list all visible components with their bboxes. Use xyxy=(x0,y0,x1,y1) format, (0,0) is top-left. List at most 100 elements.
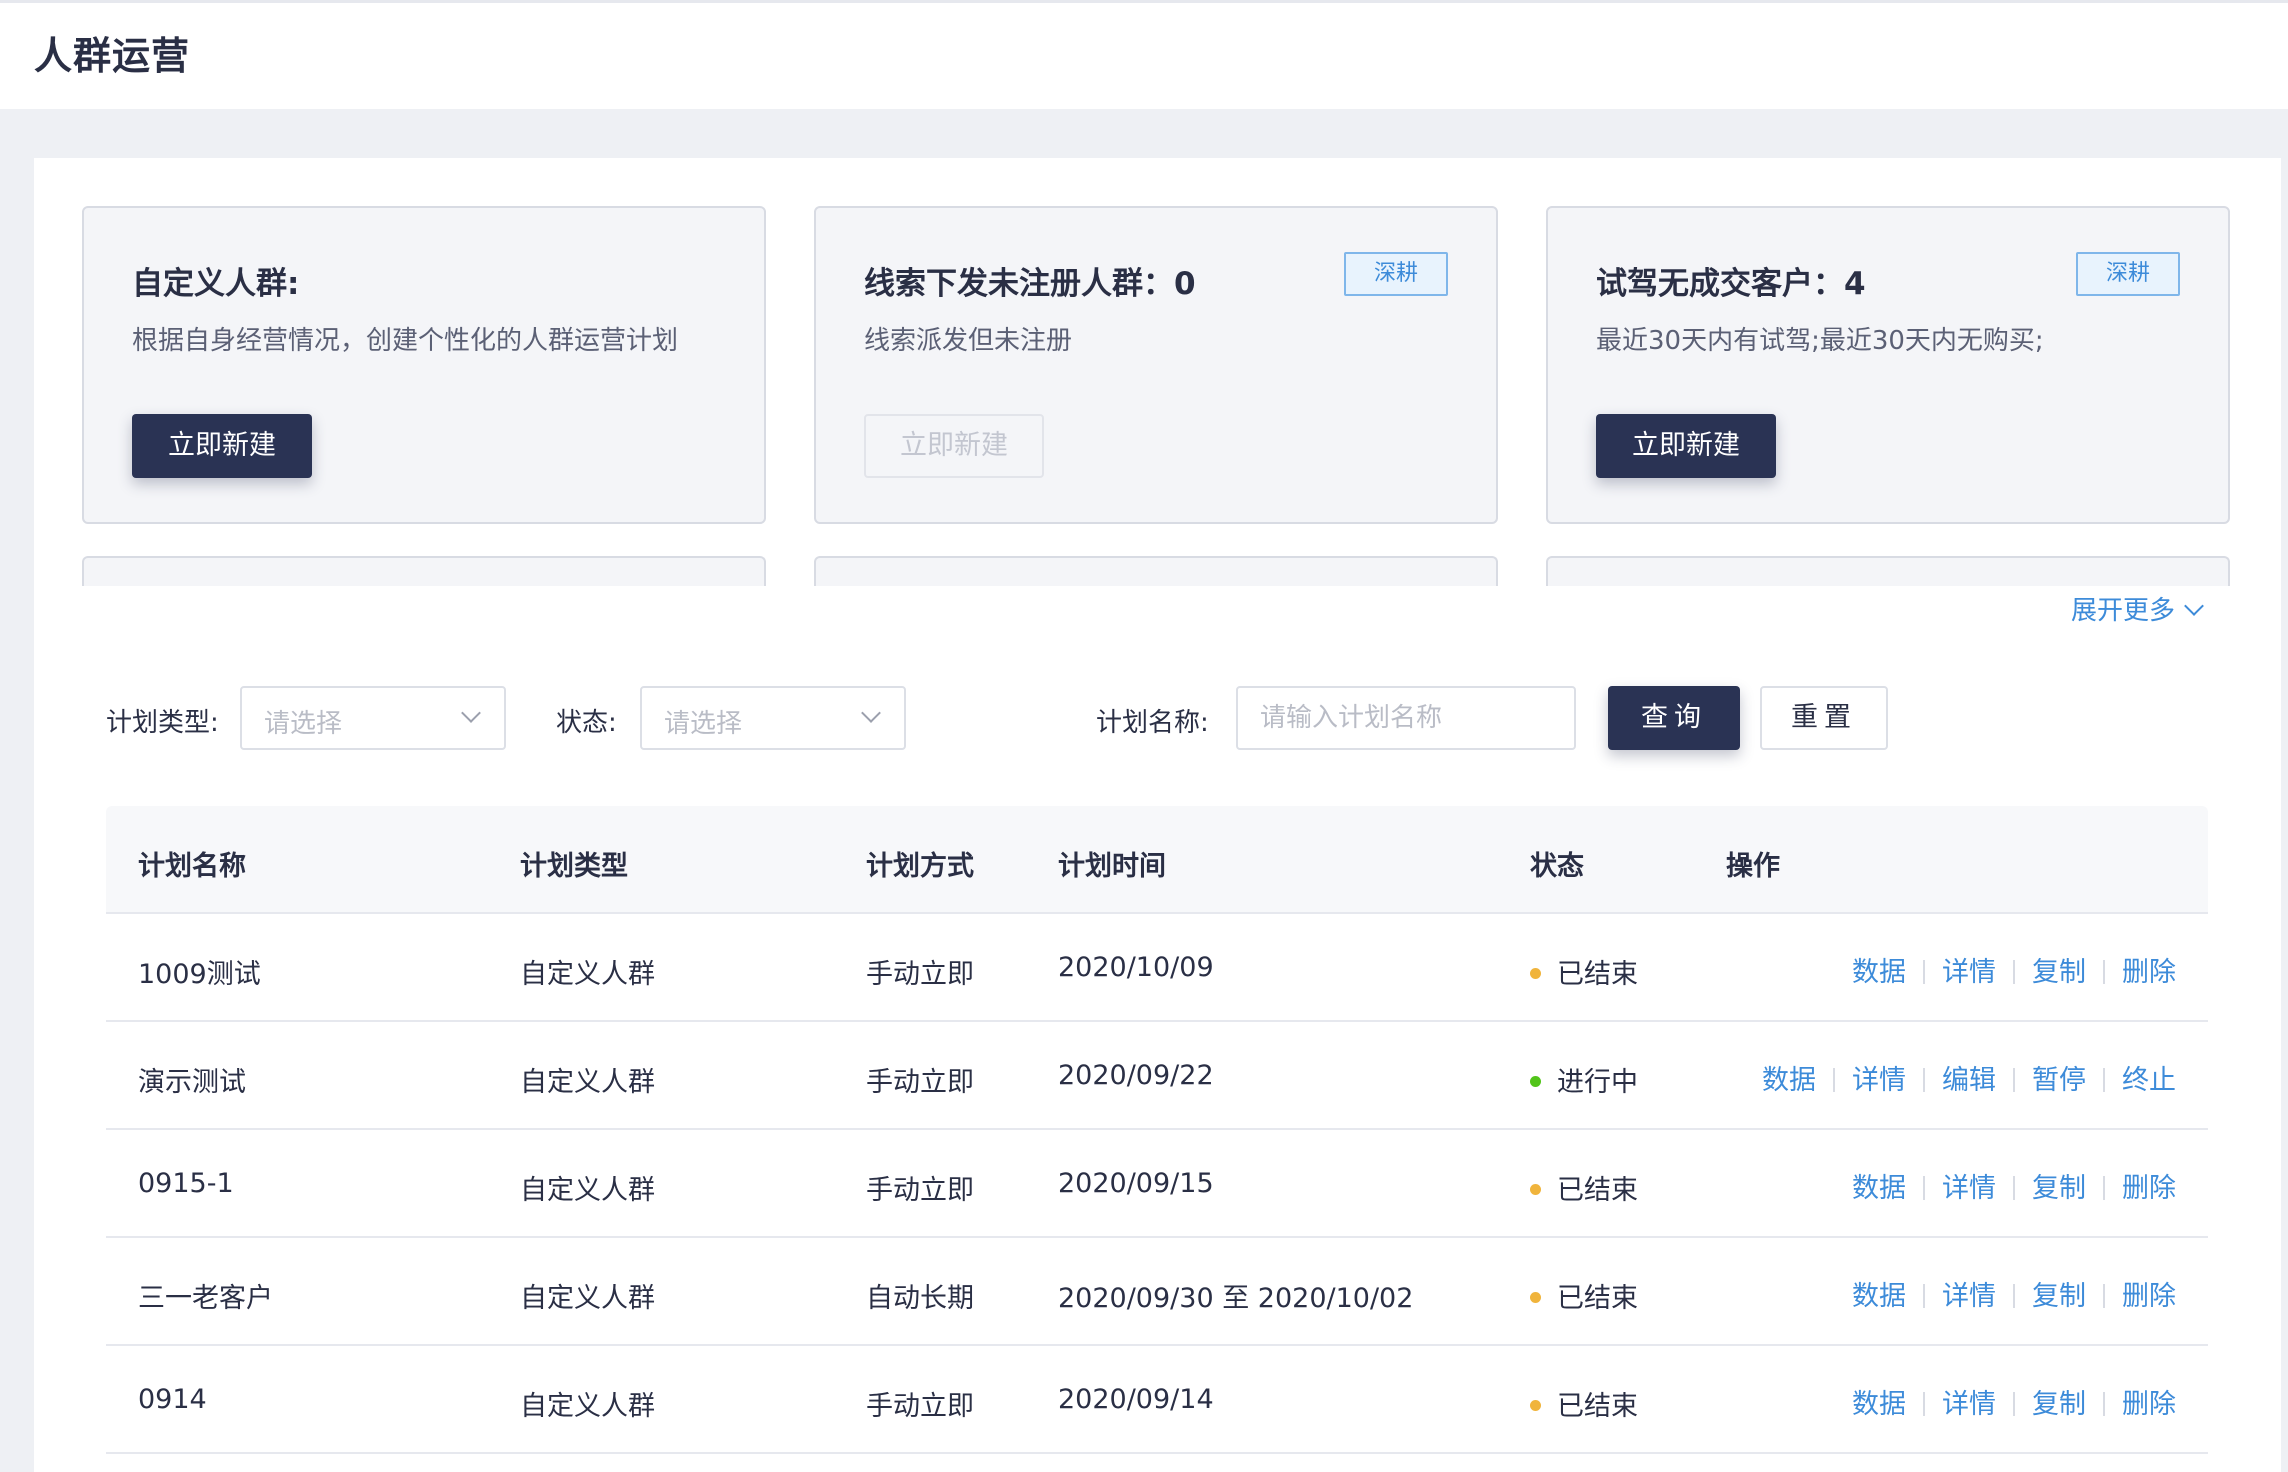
row-actions: 数据 详情 复制 删除 xyxy=(1852,1274,2176,1313)
col-actions: 操作 xyxy=(1726,851,1780,882)
cell-status: 进行中 xyxy=(1530,1060,1638,1099)
card-peek xyxy=(82,556,766,586)
query-button[interactable]: 查询 xyxy=(1608,686,1740,750)
card-peek xyxy=(814,556,1498,586)
action-divider xyxy=(1923,1392,1925,1416)
status-select[interactable]: 请选择 xyxy=(640,686,906,750)
cell-plan-time: 2020/09/30 至 2020/10/02 xyxy=(1058,1283,1414,1314)
cell-plan-time: 2020/10/09 xyxy=(1058,952,1214,983)
status-text: 已结束 xyxy=(1557,959,1638,990)
cell-plan-type: 自定义人群 xyxy=(520,1175,655,1206)
action-link[interactable]: 数据 xyxy=(1852,1173,1906,1204)
cell-plan-time: 2020/09/15 xyxy=(1058,1168,1214,1199)
action-link[interactable]: 复制 xyxy=(2032,1173,2086,1204)
select-placeholder: 请选择 xyxy=(264,709,343,739)
cell-plan-method: 手动立即 xyxy=(866,1067,974,1098)
row-actions: 数据 详情 复制 删除 xyxy=(1852,1382,2176,1421)
col-plan-method: 计划方式 xyxy=(866,851,974,882)
action-link[interactable]: 详情 xyxy=(1942,1173,1996,1204)
cell-plan-type: 自定义人群 xyxy=(520,1391,655,1422)
action-link[interactable]: 删除 xyxy=(2122,1281,2176,1312)
action-link[interactable]: 编辑 xyxy=(1942,1065,1996,1096)
action-link[interactable]: 详情 xyxy=(1942,957,1996,988)
status-text: 已结束 xyxy=(1557,1175,1638,1206)
card-description: 最近30天内有试驾;最近30天内无购买; xyxy=(1596,326,2044,356)
card-description: 线索派发但未注册 xyxy=(864,326,1073,356)
status-dot-icon xyxy=(1530,1076,1541,1087)
cell-plan-time: 2020/09/14 xyxy=(1058,1384,1214,1415)
card-peek xyxy=(1546,556,2230,586)
card-description: 根据自身经营情况，创建个性化的人群运营计划 xyxy=(132,326,679,356)
cell-status: 已结束 xyxy=(1530,1276,1638,1315)
chevron-down-icon xyxy=(861,703,881,723)
table-row: 0915-1 自定义人群 手动立即 2020/09/15 已结束 数据 详情 复制 删除 xyxy=(106,1130,2208,1238)
action-link[interactable]: 数据 xyxy=(1852,957,1906,988)
status-dot-icon xyxy=(1530,1400,1541,1411)
action-divider xyxy=(2103,1176,2105,1200)
expand-more-label: 展开更多 xyxy=(2070,596,2175,626)
action-divider xyxy=(2103,1068,2105,1092)
action-link[interactable]: 删除 xyxy=(2122,957,2176,988)
create-now-button[interactable]: 立即新建 xyxy=(1596,414,1776,478)
reset-button[interactable]: 重置 xyxy=(1760,686,1888,750)
cell-plan-name: 0914 xyxy=(138,1384,207,1415)
action-link[interactable]: 删除 xyxy=(2122,1389,2176,1420)
action-divider xyxy=(2013,1176,2015,1200)
chevron-down-icon xyxy=(461,703,481,723)
status-text: 已结束 xyxy=(1557,1391,1638,1422)
page-title: 人群运营 xyxy=(34,34,191,78)
action-link[interactable]: 详情 xyxy=(1852,1065,1906,1096)
cell-plan-name: 演示测试 xyxy=(138,1067,246,1098)
action-divider xyxy=(2103,960,2105,984)
col-plan-type: 计划类型 xyxy=(520,851,628,882)
action-link[interactable]: 复制 xyxy=(2032,1281,2086,1312)
cell-plan-method: 手动立即 xyxy=(866,959,974,990)
action-divider xyxy=(2013,960,2015,984)
cell-plan-type: 自定义人群 xyxy=(520,959,655,990)
status-text: 已结束 xyxy=(1557,1283,1638,1314)
cell-plan-method: 手动立即 xyxy=(866,1391,974,1422)
table-header: 计划名称 计划类型 计划方式 计划时间 状态 操作 xyxy=(106,806,2208,914)
action-divider xyxy=(2013,1284,2015,1308)
table-row: 三一老客户 自定义人群 自动长期 2020/09/30 至 2020/10/02 已结束… xyxy=(106,1238,2208,1346)
plan-name-input[interactable] xyxy=(1236,686,1576,750)
status-text: 进行中 xyxy=(1557,1067,1638,1098)
cell-status: 已结束 xyxy=(1530,1168,1638,1207)
card-title: 自定义人群: xyxy=(132,266,300,302)
row-actions: 数据 详情 复制 删除 xyxy=(1852,1166,2176,1205)
cell-plan-method: 自动长期 xyxy=(866,1283,974,1314)
col-status: 状态 xyxy=(1530,851,1584,882)
action-link[interactable]: 复制 xyxy=(2032,1389,2086,1420)
table-row: 1009测试 自定义人群 手动立即 2020/10/09 已结束 数据 详情 复制 删除 xyxy=(106,914,2208,1022)
status-label: 状态: xyxy=(556,708,617,738)
card-unregistered-leads: 线索下发未注册人群：0 深耕 线索派发但未注册 立即新建 xyxy=(814,206,1498,524)
cell-plan-name: 1009测试 xyxy=(138,959,261,990)
action-divider xyxy=(2013,1392,2015,1416)
cell-status: 已结束 xyxy=(1530,952,1638,991)
page-header: 人群运营 xyxy=(0,3,2288,109)
action-link[interactable]: 删除 xyxy=(2122,1173,2176,1204)
cell-plan-name: 三一老客户 xyxy=(138,1283,273,1314)
cell-plan-method: 手动立即 xyxy=(866,1175,974,1206)
col-plan-time: 计划时间 xyxy=(1058,851,1166,882)
plan-type-label: 计划类型: xyxy=(106,708,219,738)
action-divider xyxy=(1923,1176,1925,1200)
action-link[interactable]: 数据 xyxy=(1852,1389,1906,1420)
action-divider xyxy=(2103,1284,2105,1308)
action-link[interactable]: 数据 xyxy=(1852,1281,1906,1312)
chevron-down-icon xyxy=(2184,596,2204,616)
action-link[interactable]: 详情 xyxy=(1942,1389,1996,1420)
status-dot-icon xyxy=(1530,1184,1541,1195)
plan-type-select[interactable]: 请选择 xyxy=(240,686,506,750)
card-title: 线索下发未注册人群：0 xyxy=(864,266,1196,302)
action-link[interactable]: 终止 xyxy=(2122,1065,2176,1096)
table-body: 1009测试 自定义人群 手动立即 2020/10/09 已结束 数据 详情 复制 删除 演示测试… xyxy=(106,914,2208,1454)
action-link[interactable]: 详情 xyxy=(1942,1281,1996,1312)
expand-more-link[interactable]: 展开更多 xyxy=(2070,590,2204,627)
create-now-button[interactable]: 立即新建 xyxy=(132,414,312,478)
action-link[interactable]: 暂停 xyxy=(2032,1065,2086,1096)
action-link[interactable]: 复制 xyxy=(2032,957,2086,988)
action-link[interactable]: 数据 xyxy=(1762,1065,1816,1096)
status-dot-icon xyxy=(1530,968,1541,979)
deep-tag-badge: 深耕 xyxy=(1344,252,1448,296)
